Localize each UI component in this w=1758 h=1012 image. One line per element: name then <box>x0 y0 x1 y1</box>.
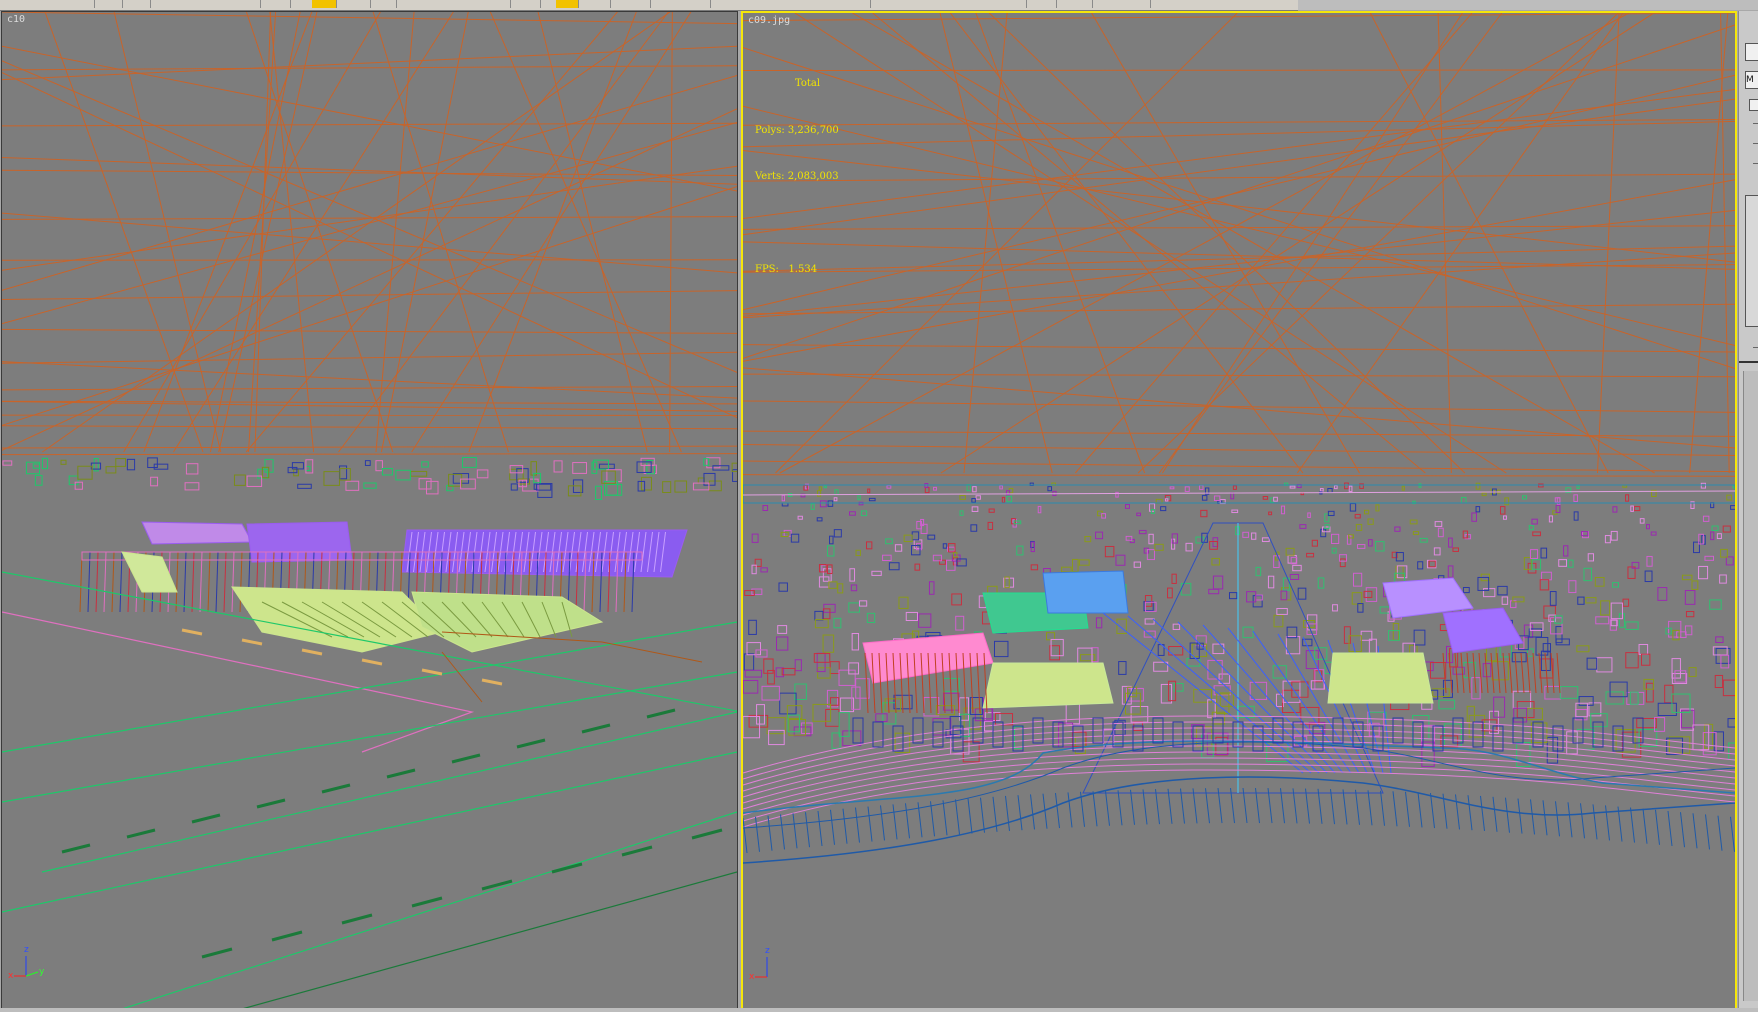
toolbar-button[interactable] <box>600 0 611 8</box>
toolbar-button[interactable] <box>1082 0 1093 8</box>
verts-label: Verts: <box>755 171 785 182</box>
verts-value: 2,083,003 <box>787 171 839 182</box>
snap-toggle-button[interactable] <box>312 0 337 8</box>
toolbar-button[interactable] <box>640 0 651 8</box>
angle-snap-button[interactable] <box>556 0 579 8</box>
fps-label: FPS: <box>755 263 779 275</box>
app-window: c10 z x y c09.jpg Total Polys: 3,236,700… <box>0 0 1758 1012</box>
toolbar-button[interactable] <box>530 0 541 8</box>
panel-scrollbar[interactable] <box>1743 371 1758 1001</box>
fps-value: 1.534 <box>788 263 818 275</box>
command-panel: M <box>1738 11 1758 1008</box>
axis-x-label: x <box>8 971 14 981</box>
panel-checkbox[interactable] <box>1745 43 1758 61</box>
viewport-label[interactable]: c09.jpg <box>748 15 790 27</box>
toolbar-button[interactable] <box>700 0 711 8</box>
axis-x-label: x <box>749 972 755 982</box>
toolbar-button[interactable] <box>1046 0 1057 8</box>
axis-z-label: z <box>24 945 29 955</box>
polys-label: Polys: <box>755 124 785 136</box>
stats-fps: FPS: 1.534 <box>755 262 839 278</box>
toolbar-button[interactable] <box>360 0 371 8</box>
toolbar-button[interactable] <box>1010 0 1027 8</box>
panel-field-label: M <box>1746 75 1754 85</box>
wireframe-scene-right <box>743 13 1735 864</box>
axis-gizmo: z x <box>747 943 787 983</box>
main-toolbar <box>0 0 1298 11</box>
toolbar-spacer <box>1298 0 1758 10</box>
stats-title: Total <box>795 78 821 89</box>
toolbar-button[interactable] <box>280 0 291 8</box>
axis-gizmo: z x y <box>6 942 46 982</box>
toolbar-button[interactable] <box>112 0 123 8</box>
axis-z-label: z <box>765 946 770 956</box>
wireframe-scene-left <box>2 12 737 1009</box>
toolbar-button[interactable] <box>84 0 95 8</box>
toolbar-button[interactable] <box>500 0 511 8</box>
stats-polys: Polys: 3,236,700 <box>755 123 839 139</box>
polys-value: 3,236,700 <box>787 124 839 136</box>
viewport-right-active[interactable]: c09.jpg Total Polys: 3,236,700 Verts: 2,… <box>741 11 1737 1012</box>
toolbar-button[interactable] <box>140 0 151 8</box>
viewport-left[interactable]: c10 z x y <box>1 11 738 1010</box>
panel-small-button[interactable] <box>1749 99 1758 111</box>
stats-verts: Verts: 2,083,003 <box>755 169 839 185</box>
panel-group-frame <box>1745 195 1758 327</box>
viewport-label[interactable]: c10 <box>7 14 25 26</box>
axis-y-label: y <box>39 967 45 977</box>
statistics-overlay: Total Polys: 3,236,700 Verts: 2,083,003 … <box>755 45 839 308</box>
panel-divider <box>1739 361 1758 363</box>
status-strip <box>0 1008 1758 1012</box>
toolbar-button[interactable] <box>1140 0 1151 8</box>
toolbar-button[interactable] <box>250 0 261 8</box>
toolbar-button[interactable] <box>386 0 397 8</box>
toolbar-button[interactable] <box>860 0 871 8</box>
